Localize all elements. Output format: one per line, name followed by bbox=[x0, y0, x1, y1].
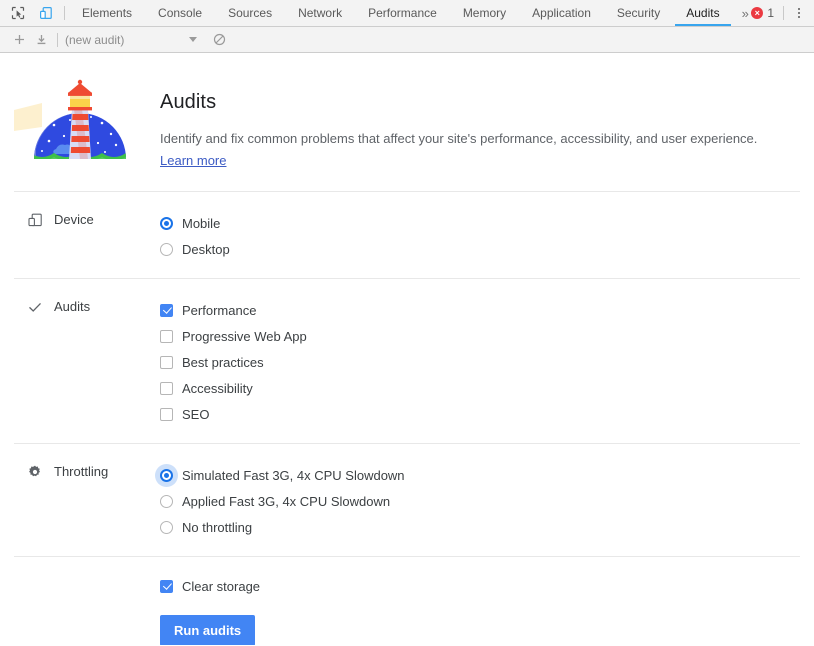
chevron-down-icon bbox=[189, 37, 197, 42]
radio-label: Simulated Fast 3G, 4x CPU Slowdown bbox=[182, 469, 405, 482]
audits-checkbox-group: Performance Progressive Web App Best pra… bbox=[160, 297, 814, 427]
page-description: Identify and fix common problems that af… bbox=[160, 130, 757, 148]
audits-label-text: Audits bbox=[54, 299, 90, 314]
error-close-icon: × bbox=[751, 7, 763, 19]
tab-label: Security bbox=[617, 6, 660, 20]
checkbox-indicator bbox=[160, 330, 173, 343]
checkbox-option-performance[interactable]: Performance bbox=[160, 297, 814, 323]
radio-option-mobile[interactable]: Mobile bbox=[160, 210, 814, 236]
learn-more-link[interactable]: Learn more bbox=[160, 153, 226, 168]
tab-label: Elements bbox=[82, 6, 132, 20]
lighthouse-illustration bbox=[0, 75, 160, 171]
checkbox-label: SEO bbox=[182, 408, 209, 421]
tab-audits[interactable]: Audits bbox=[673, 0, 732, 26]
subtoolbar-divider bbox=[57, 33, 58, 47]
toolbar-divider-right bbox=[783, 6, 784, 20]
device-section-label: Device bbox=[0, 210, 160, 228]
radio-indicator bbox=[160, 521, 173, 534]
plus-icon[interactable] bbox=[8, 30, 30, 50]
import-download-icon[interactable] bbox=[30, 30, 52, 50]
device-phone-tablet-icon bbox=[26, 211, 43, 228]
throttling-section: Throttling Simulated Fast 3G, 4x CPU Slo… bbox=[0, 444, 814, 556]
audit-select-value: (new audit) bbox=[65, 33, 124, 47]
tab-performance[interactable]: Performance bbox=[355, 0, 450, 26]
radio-indicator bbox=[160, 469, 173, 482]
audits-hero: Audits Identify and fix common problems … bbox=[0, 53, 814, 191]
device-options: Mobile Desktop bbox=[160, 210, 814, 262]
audits-toolbar: (new audit) bbox=[0, 27, 814, 53]
device-section: Device Mobile Desktop bbox=[0, 192, 814, 278]
toolbar-left-icons bbox=[0, 0, 62, 26]
tab-elements[interactable]: Elements bbox=[69, 0, 145, 26]
checkbox-label: Best practices bbox=[182, 356, 264, 369]
footer-spacer bbox=[0, 573, 160, 645]
inspect-cursor-icon[interactable] bbox=[7, 3, 29, 23]
tab-memory[interactable]: Memory bbox=[450, 0, 519, 26]
clear-no-entry-icon[interactable] bbox=[208, 30, 230, 50]
radio-indicator bbox=[160, 243, 173, 256]
throttling-label-text: Throttling bbox=[54, 464, 108, 479]
radio-option-desktop[interactable]: Desktop bbox=[160, 236, 814, 262]
error-count-badge[interactable]: × 1 bbox=[747, 0, 783, 26]
checkbox-indicator bbox=[160, 408, 173, 421]
radio-label: Applied Fast 3G, 4x CPU Slowdown bbox=[182, 495, 390, 508]
tab-label: Console bbox=[158, 6, 202, 20]
radio-indicator bbox=[160, 217, 173, 230]
audits-section: Audits Performance Progressive Web App B… bbox=[0, 279, 814, 443]
radio-option-no-throttling[interactable]: No throttling bbox=[160, 514, 814, 540]
checkbox-indicator bbox=[160, 382, 173, 395]
audits-footer: Clear storage Run audits bbox=[0, 557, 814, 645]
tab-label: Audits bbox=[686, 6, 719, 20]
tab-network[interactable]: Network bbox=[285, 0, 355, 26]
checkbox-label: Progressive Web App bbox=[182, 330, 307, 343]
audits-hero-text: Audits Identify and fix common problems … bbox=[160, 75, 777, 170]
checkbox-option-clear-storage[interactable]: Clear storage bbox=[160, 573, 814, 599]
throttling-options: Simulated Fast 3G, 4x CPU Slowdown Appli… bbox=[160, 462, 814, 540]
tab-label: Performance bbox=[368, 6, 437, 20]
audits-section-label: Audits bbox=[0, 297, 160, 315]
tab-label: Memory bbox=[463, 6, 506, 20]
tab-label: Network bbox=[298, 6, 342, 20]
checkbox-option-best-practices[interactable]: Best practices bbox=[160, 349, 814, 375]
device-label-text: Device bbox=[54, 212, 94, 227]
tab-label: Sources bbox=[228, 6, 272, 20]
checkbox-label: Accessibility bbox=[182, 382, 253, 395]
radio-option-simulated-fast-3g[interactable]: Simulated Fast 3G, 4x CPU Slowdown bbox=[160, 462, 814, 488]
radio-option-applied-fast-3g[interactable]: Applied Fast 3G, 4x CPU Slowdown bbox=[160, 488, 814, 514]
tab-application[interactable]: Application bbox=[519, 0, 604, 26]
tab-security[interactable]: Security bbox=[604, 0, 673, 26]
footer-controls: Clear storage Run audits bbox=[160, 573, 814, 645]
audit-select-dropdown[interactable]: (new audit) bbox=[65, 33, 203, 47]
checkbox-label: Clear storage bbox=[182, 580, 260, 593]
gear-icon bbox=[26, 463, 43, 480]
tab-sources[interactable]: Sources bbox=[215, 0, 285, 26]
tab-label: Application bbox=[532, 6, 591, 20]
panel-tabs: Elements Console Sources Network Perform… bbox=[69, 0, 747, 26]
checkbox-label: Performance bbox=[182, 304, 256, 317]
device-toolbar-icon[interactable] bbox=[35, 3, 57, 23]
devtools-tab-bar: Elements Console Sources Network Perform… bbox=[0, 0, 814, 27]
tab-console[interactable]: Console bbox=[145, 0, 215, 26]
toolbar-divider bbox=[64, 6, 65, 20]
audits-start-view: Audits Identify and fix common problems … bbox=[0, 53, 814, 645]
checkmark-icon bbox=[26, 298, 43, 315]
radio-label: Mobile bbox=[182, 217, 220, 230]
radio-label: Desktop bbox=[182, 243, 230, 256]
checkbox-option-progressive-web-app[interactable]: Progressive Web App bbox=[160, 323, 814, 349]
checkbox-indicator bbox=[160, 304, 173, 317]
checkbox-indicator bbox=[160, 356, 173, 369]
checkbox-option-accessibility[interactable]: Accessibility bbox=[160, 375, 814, 401]
checkbox-indicator bbox=[160, 580, 173, 593]
checkbox-option-seo[interactable]: SEO bbox=[160, 401, 814, 427]
page-title: Audits bbox=[160, 91, 757, 114]
more-options-kebab-icon[interactable] bbox=[788, 0, 810, 26]
radio-indicator bbox=[160, 495, 173, 508]
radio-label: No throttling bbox=[182, 521, 252, 534]
run-audits-button[interactable]: Run audits bbox=[160, 615, 255, 645]
error-count-label: 1 bbox=[767, 6, 774, 20]
throttling-section-label: Throttling bbox=[0, 462, 160, 480]
